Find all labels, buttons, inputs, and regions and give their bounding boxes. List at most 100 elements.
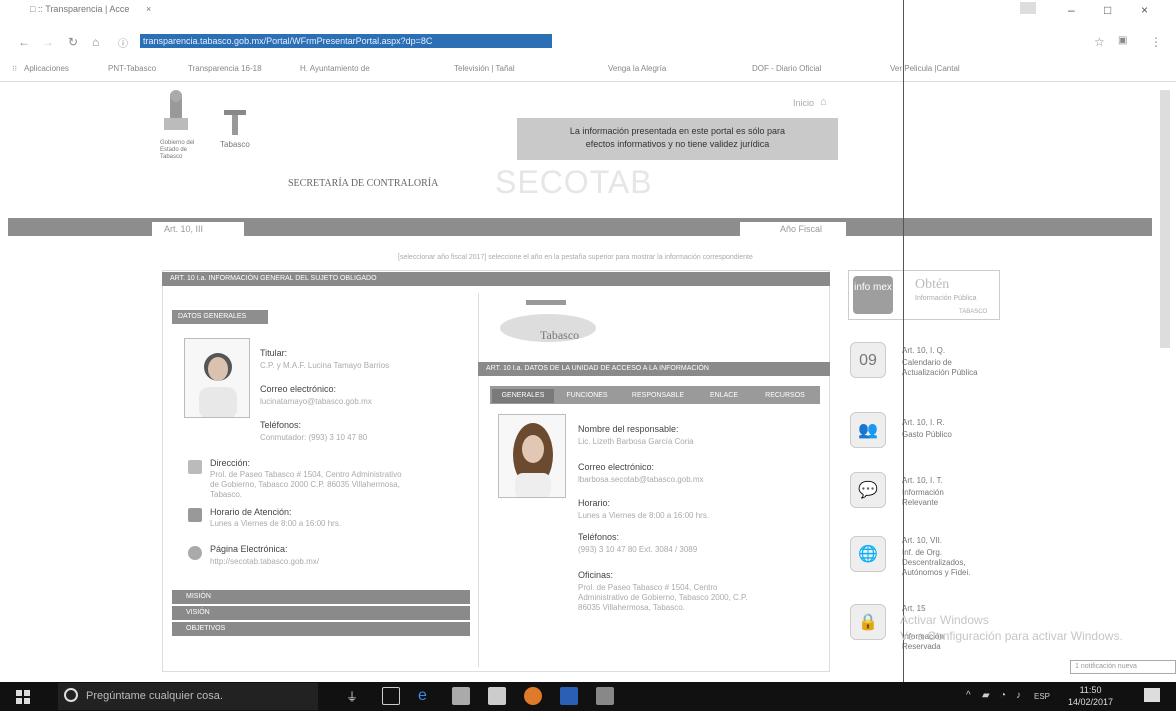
government-logo[interactable]	[162, 88, 192, 136]
oficinas-value-2: Administrativo de Gobierno, Tabasco 2000…	[578, 593, 748, 602]
reload-icon[interactable]: ↻	[68, 35, 78, 49]
vision-row[interactable]: VISIÓN	[172, 606, 470, 620]
apps-icon[interactable]: ⁝⁝	[12, 64, 17, 73]
sidebar-item-desc: Calendario de Actualización Pública	[902, 358, 978, 377]
panel-header: ART. 10 I.a. INFORMACIÓN GENERAL DEL SUJ…	[162, 272, 830, 286]
browser-titlebar: □ :: Transparencia | Acce × – □ ×	[0, 0, 1176, 22]
tabasco-badge-text: Tabasco	[540, 328, 580, 342]
microphone-icon[interactable]: ⏚	[346, 688, 358, 705]
forward-icon[interactable]: →	[42, 35, 54, 49]
page-scrollbar[interactable]	[1160, 90, 1170, 348]
address-icon	[188, 460, 202, 474]
sidebar-item-title: Art. 10, I. R.	[902, 418, 945, 427]
sidebar-item-title: Art. 10, I. Q.	[902, 346, 946, 355]
network-icon[interactable]: ▰	[982, 690, 990, 701]
clock-icon	[188, 508, 202, 522]
bookmark-apps[interactable]: Aplicaciones	[24, 64, 69, 73]
close-button[interactable]: ×	[1141, 3, 1148, 17]
objetivos-row[interactable]: OBJETIVOS	[172, 622, 470, 636]
correo-value[interactable]: lucinatamayo@tabasco.gob.mx	[260, 397, 372, 407]
telefonos-label: Teléfonos:	[260, 420, 302, 430]
tab-funciones[interactable]: FUNCIONES	[556, 389, 618, 403]
menu-icon[interactable]: ⋮	[1150, 35, 1162, 49]
task-view-icon[interactable]	[382, 687, 400, 705]
edge-icon[interactable]: e	[418, 687, 436, 705]
extension-icon[interactable]: ▣	[1118, 35, 1127, 46]
bookmark-venga[interactable]: Venga la Alegría	[608, 64, 666, 73]
inicio-link[interactable]: Inicio	[793, 98, 814, 108]
clock-time: 11:50	[1079, 685, 1102, 695]
oficinas-value-1: Prol. de Paseo Tabasco # 1504, Centro	[578, 583, 718, 592]
sidebar-item-desc: Inf. de Org. Descentralizados, Autónomos…	[902, 548, 971, 577]
language-indicator[interactable]: ESP	[1034, 692, 1050, 701]
tab-generales[interactable]: GENERALES	[492, 389, 554, 403]
sidebar-item-desc: Información Relevante	[902, 488, 944, 507]
file-explorer-icon[interactable]	[452, 687, 470, 705]
url-field[interactable]: transparencia.tabasco.gob.mx/Portal/WFrm…	[140, 34, 552, 48]
unidad-header: ART. 10 I.a. DATOS DE LA UNIDAD DE ACCES…	[478, 362, 830, 376]
infomex-banner[interactable]: info mex Obtén Información Pública TABAS…	[848, 270, 1000, 320]
taskbar-clock[interactable]: 11:50 14/02/2017	[1068, 684, 1113, 708]
responsable-correo-value[interactable]: lbarbosa.secotab@tabasco.gob.mx	[578, 475, 704, 485]
responsable-telefonos-label: Teléfonos:	[578, 532, 620, 542]
bookmark-ayuntamiento[interactable]: H. Ayuntamiento de	[300, 64, 370, 73]
users-icon: 👥	[850, 412, 886, 448]
datos-generales-label: DATOS GENERALES	[172, 310, 268, 324]
cortana-search-input[interactable]: Pregúntame cualquier cosa.	[58, 683, 318, 710]
titular-value: C.P. y M.A.F. Lucina Tamayo Barrios	[260, 361, 390, 370]
info-icon[interactable]: ⓘ	[118, 35, 128, 50]
tab-recursos[interactable]: RECURSOS	[752, 389, 818, 403]
bookmark-dof[interactable]: DOF - Diario Oficial	[752, 64, 821, 73]
star-icon[interactable]: ☆	[1094, 35, 1105, 49]
store-icon[interactable]	[488, 687, 506, 705]
tab-responsable[interactable]: RESPONSABLE	[620, 389, 696, 403]
minimize-button[interactable]: –	[1068, 3, 1075, 17]
responsable-horario-label: Horario:	[578, 498, 611, 508]
chrome-icon[interactable]	[524, 687, 542, 705]
maximize-button[interactable]: □	[1104, 3, 1111, 17]
horario-label: Horario de Atención:	[210, 507, 292, 517]
image-viewer-icon[interactable]	[596, 687, 614, 705]
word-icon[interactable]	[560, 687, 578, 705]
responsable-correo-label: Correo electrónico:	[578, 462, 655, 472]
volume-icon[interactable]: ♪	[1016, 690, 1021, 701]
sidebar-item-title: Art. 10, VII.	[902, 536, 943, 545]
notification-toast[interactable]: 1 notificación nueva	[1070, 660, 1176, 674]
action-center-icon[interactable]	[1144, 688, 1160, 702]
bookmark-pelicula[interactable]: Ver Pelicula |Cantal	[890, 64, 960, 73]
bookmark-transparencia[interactable]: Transparencia 16-18	[188, 64, 262, 73]
direccion-value-1: Prol. de Paseo Tabasco # 1504, Centro Ad…	[210, 470, 402, 479]
back-icon[interactable]: ←	[18, 35, 30, 49]
tab-close-icon[interactable]: ×	[146, 4, 151, 14]
direccion-value-3: Tabasco.	[210, 490, 243, 499]
oficinas-label: Oficinas:	[578, 570, 614, 580]
responsable-horario-value: Lunes a Viernes de 8:00 a 16:00 hrs.	[578, 511, 710, 520]
user-icon[interactable]	[1020, 2, 1036, 14]
tab-fiscal-year[interactable]: Año Fiscal	[740, 222, 846, 236]
responsable-value: Lic. Lizeth Barbosa García Coria	[578, 437, 694, 446]
tab-enlace[interactable]: ENLACE	[698, 389, 750, 403]
browser-tab[interactable]: □ :: Transparencia | Acce	[30, 4, 129, 14]
direccion-label: Dirección:	[210, 458, 251, 468]
disclaimer-notice: La información presentada en este portal…	[517, 118, 838, 160]
direccion-value-2: de Gobierno, Tabasco 2000 C.P. 86035 Vil…	[210, 480, 400, 489]
correo-label: Correo electrónico:	[260, 384, 337, 394]
tab-article[interactable]: Art. 10, III	[152, 222, 244, 236]
home-icon[interactable]: ⌂	[92, 35, 99, 49]
home-link-icon[interactable]: ⌂	[820, 96, 827, 108]
windows-start-icon[interactable]	[16, 690, 30, 704]
bookmark-television[interactable]: Televisión | Tañal	[454, 64, 515, 73]
responsable-photo	[498, 414, 566, 498]
tabasco-logo-text: Tabasco	[220, 140, 250, 149]
wifi-icon[interactable]: ◔	[1000, 690, 1006, 701]
pagina-value[interactable]: http://secotab.tabasco.gob.mx/	[210, 557, 319, 567]
mision-row[interactable]: MISIÓN	[172, 590, 470, 604]
tabasco-logo[interactable]	[222, 108, 248, 138]
bookmark-pnt[interactable]: PNT-Tabasco	[108, 64, 156, 73]
sidebar-item-title: Art. 10, I. T.	[902, 476, 943, 485]
globe-users-icon: 🌐	[850, 536, 886, 572]
secretaria-title: SECRETARÍA DE CONTRALORÍA	[288, 178, 439, 189]
lock-icon: 🔒	[850, 604, 886, 640]
tray-chevron-icon[interactable]: ^	[966, 690, 971, 701]
infomex-logo: info mex	[853, 276, 893, 314]
